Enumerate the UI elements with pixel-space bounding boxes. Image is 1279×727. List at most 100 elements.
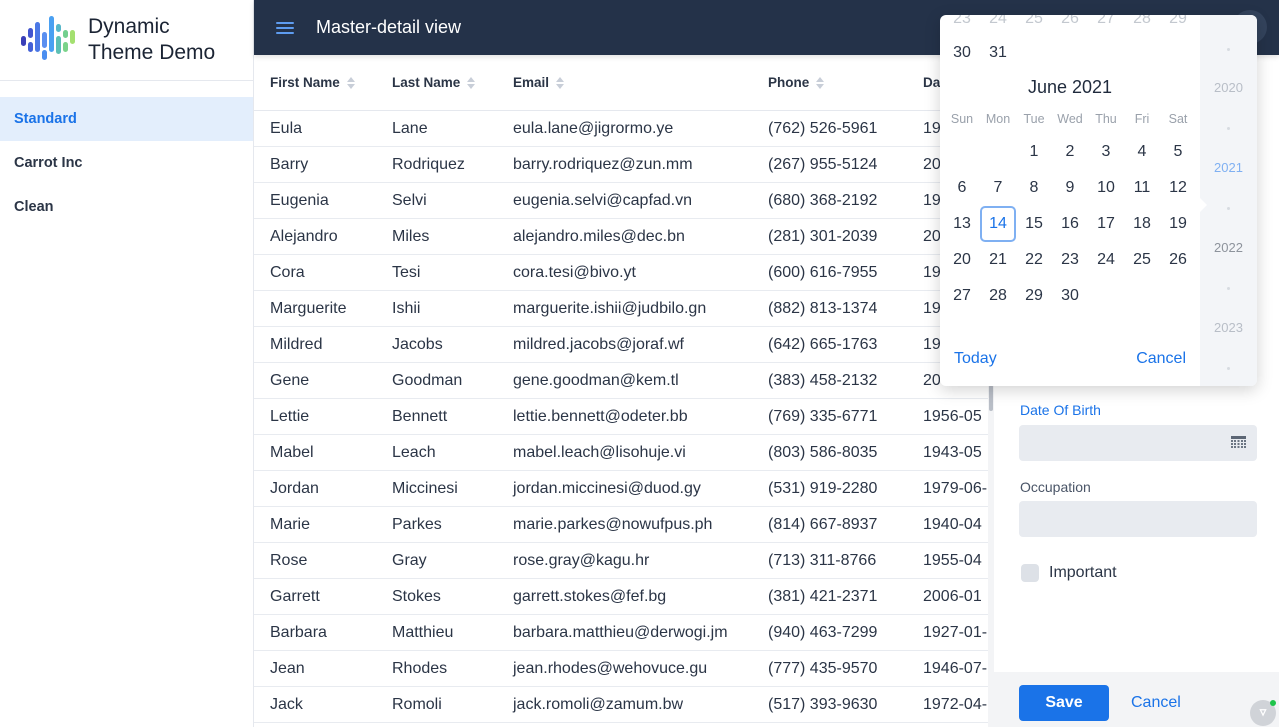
table-row[interactable]: Marguerite Ishii marguerite.ishii@judbilo.… xyxy=(254,291,988,327)
cell-date-of-birth: 1979-06- xyxy=(923,479,988,497)
calendar-day[interactable]: 11 xyxy=(1124,170,1160,206)
grid-header: First Name Last Name Email Phone Da xyxy=(254,55,988,111)
table-row[interactable]: Gene Goodman gene.goodman@kem.tl (383) 458-… xyxy=(254,363,988,399)
cell-date-of-birth: 2006-01 xyxy=(923,587,982,605)
date-of-birth-field[interactable] xyxy=(1019,425,1257,461)
year-item[interactable]: 2023 xyxy=(1200,320,1257,335)
calendar-day[interactable]: 1 xyxy=(1016,134,1052,170)
cell-first-name: Garrett xyxy=(270,587,320,605)
cell-email: eula.lane@jigrormo.ye xyxy=(513,119,674,137)
calendar-day[interactable]: 3 xyxy=(1088,134,1124,170)
calendar-day[interactable]: 5 xyxy=(1160,134,1196,170)
calendar-day[interactable]: 9 xyxy=(1052,170,1088,206)
scrollbar-thumb[interactable] xyxy=(989,385,993,411)
calendar-day[interactable]: 29 xyxy=(1160,15,1196,37)
table-row[interactable]: Rose Gray rose.gray@kagu.hr (713) 311-8766 1… xyxy=(254,543,988,579)
table-row[interactable]: Barry Rodriquez barry.rodriquez@zun.mm (267… xyxy=(254,147,988,183)
table-row[interactable]: Eugenia Selvi eugenia.selvi@capfad.vn (680)… xyxy=(254,183,988,219)
calendar-day[interactable]: 28 xyxy=(980,278,1016,314)
sidebar-item-standard[interactable]: Standard xyxy=(0,97,253,141)
calendar-day[interactable]: 17 xyxy=(1088,206,1124,242)
sort-icon[interactable] xyxy=(467,76,476,89)
calendar-day[interactable]: 20 xyxy=(944,242,980,278)
calendar-day[interactable]: 23 xyxy=(944,15,980,37)
sort-icon[interactable] xyxy=(346,76,355,89)
calendar-day[interactable]: 15 xyxy=(1016,206,1052,242)
calendar-day[interactable]: 14 xyxy=(980,206,1016,242)
table-row[interactable]: Alejandro Miles alejandro.miles@dec.bn (281… xyxy=(254,219,988,255)
year-item[interactable]: 2021 xyxy=(1200,160,1257,175)
column-header-first-name[interactable]: First Name xyxy=(254,55,376,110)
cell-phone: (680) 368-2192 xyxy=(768,191,878,209)
table-row[interactable]: Jack Romoli jack.romoli@zamum.bw (517) 393-… xyxy=(254,687,988,723)
calendar-icon[interactable] xyxy=(1231,436,1246,450)
calendar-day[interactable]: 24 xyxy=(1088,242,1124,278)
table-row[interactable]: Barbara Matthieu barbara.matthieu@derwogi.… xyxy=(254,615,988,651)
column-header-last-name[interactable]: Last Name xyxy=(376,55,497,110)
save-button[interactable]: Save xyxy=(1019,685,1109,721)
dev-tools-icon[interactable]: ▿ xyxy=(1250,700,1276,726)
today-button[interactable]: Today xyxy=(954,350,997,368)
page-title: Master-detail view xyxy=(316,17,462,37)
cell-first-name: Alejandro xyxy=(270,227,338,245)
calendar-day[interactable]: 30 xyxy=(1052,278,1088,314)
cell-phone: (600) 616-7955 xyxy=(768,263,878,281)
table-row[interactable]: Marie Parkes marie.parkes@nowufpus.ph (814)… xyxy=(254,507,988,543)
year-item[interactable]: 2020 xyxy=(1200,80,1257,95)
year-scroller[interactable]: 2020 2021 2022 2023 xyxy=(1200,15,1257,386)
calendar-day[interactable]: 2 xyxy=(1052,134,1088,170)
cancel-button[interactable]: Cancel xyxy=(1118,685,1194,721)
sort-icon[interactable] xyxy=(556,76,565,89)
table-row[interactable]: Mildred Jacobs mildred.jacobs@joraf.wf (642… xyxy=(254,327,988,363)
calendar-day[interactable]: 18 xyxy=(1124,206,1160,242)
year-item[interactable]: 2022 xyxy=(1200,240,1257,255)
calendar-day[interactable]: 6 xyxy=(944,170,980,206)
calendar-day[interactable]: 23 xyxy=(1052,242,1088,278)
calendar-day[interactable]: 29 xyxy=(1016,278,1052,314)
important-label: Important xyxy=(1049,564,1117,581)
calendar-day[interactable]: 22 xyxy=(1016,242,1052,278)
sort-icon[interactable] xyxy=(816,76,825,89)
sidebar: Dynamic Theme Demo Standard Carrot Inc C… xyxy=(0,0,254,727)
month-scroller[interactable]: June 2021 23 24 25 26 27 28 29 30 31 Sun Mon Tue Wed… xyxy=(940,15,1200,386)
weekday-label: Thu xyxy=(1095,112,1117,126)
calendar-day[interactable]: 10 xyxy=(1088,170,1124,206)
calendar-day[interactable]: 28 xyxy=(1124,15,1160,37)
calendar-day[interactable]: 12 xyxy=(1160,170,1196,206)
calendar-day[interactable]: 24 xyxy=(980,15,1016,37)
table-row[interactable]: Jordan Miccinesi jordan.miccinesi@duod.gy (… xyxy=(254,471,988,507)
table-row[interactable]: Eula Lane eula.lane@jigrormo.ye (762) 526-5… xyxy=(254,111,988,147)
table-row[interactable]: Cora Tesi cora.tesi@bivo.yt (600) 616-7955 1… xyxy=(254,255,988,291)
important-checkbox-row[interactable]: Important xyxy=(1021,564,1117,582)
cell-first-name: Gene xyxy=(270,371,310,389)
menu-toggle-icon[interactable] xyxy=(275,20,295,36)
table-row[interactable]: Garrett Stokes garrett.stokes@fef.bg (381) … xyxy=(254,579,988,615)
calendar-day[interactable]: 7 xyxy=(980,170,1016,206)
calendar-day[interactable]: 27 xyxy=(944,278,980,314)
calendar-day[interactable]: 13 xyxy=(944,206,980,242)
calendar-day[interactable]: 25 xyxy=(1124,242,1160,278)
important-checkbox[interactable] xyxy=(1021,564,1039,582)
calendar-day[interactable]: 30 xyxy=(944,35,980,71)
calendar-day[interactable]: 25 xyxy=(1016,15,1052,37)
calendar-day[interactable]: 21 xyxy=(980,242,1016,278)
table-row[interactable]: Mabel Leach mabel.leach@lisohuje.vi (803) 5… xyxy=(254,435,988,471)
calendar-day[interactable]: 31 xyxy=(980,35,1016,71)
sidebar-item-clean[interactable]: Clean xyxy=(0,185,253,229)
calendar-day[interactable]: 26 xyxy=(1160,242,1196,278)
cell-phone: (713) 311-8766 xyxy=(768,551,877,569)
column-header-email[interactable]: Email xyxy=(497,55,752,110)
calendar-day[interactable]: 4 xyxy=(1124,134,1160,170)
calendar-day[interactable]: 19 xyxy=(1160,206,1196,242)
picker-cancel-button[interactable]: Cancel xyxy=(1136,350,1186,368)
column-header-phone[interactable]: Phone xyxy=(752,55,907,110)
calendar-day[interactable]: 8 xyxy=(1016,170,1052,206)
table-row[interactable]: Jean Rhodes jean.rhodes@wehovuce.gu (777) 4… xyxy=(254,651,988,687)
cell-email: marie.parkes@nowufpus.ph xyxy=(513,515,713,533)
sidebar-item-carrot-inc[interactable]: Carrot Inc xyxy=(0,141,253,185)
table-row[interactable]: Lettie Bennett lettie.bennett@odeter.bb (76… xyxy=(254,399,988,435)
calendar-day[interactable]: 16 xyxy=(1052,206,1088,242)
calendar-day[interactable]: 27 xyxy=(1088,15,1124,37)
occupation-input[interactable] xyxy=(1019,501,1257,537)
calendar-day[interactable]: 26 xyxy=(1052,15,1088,37)
